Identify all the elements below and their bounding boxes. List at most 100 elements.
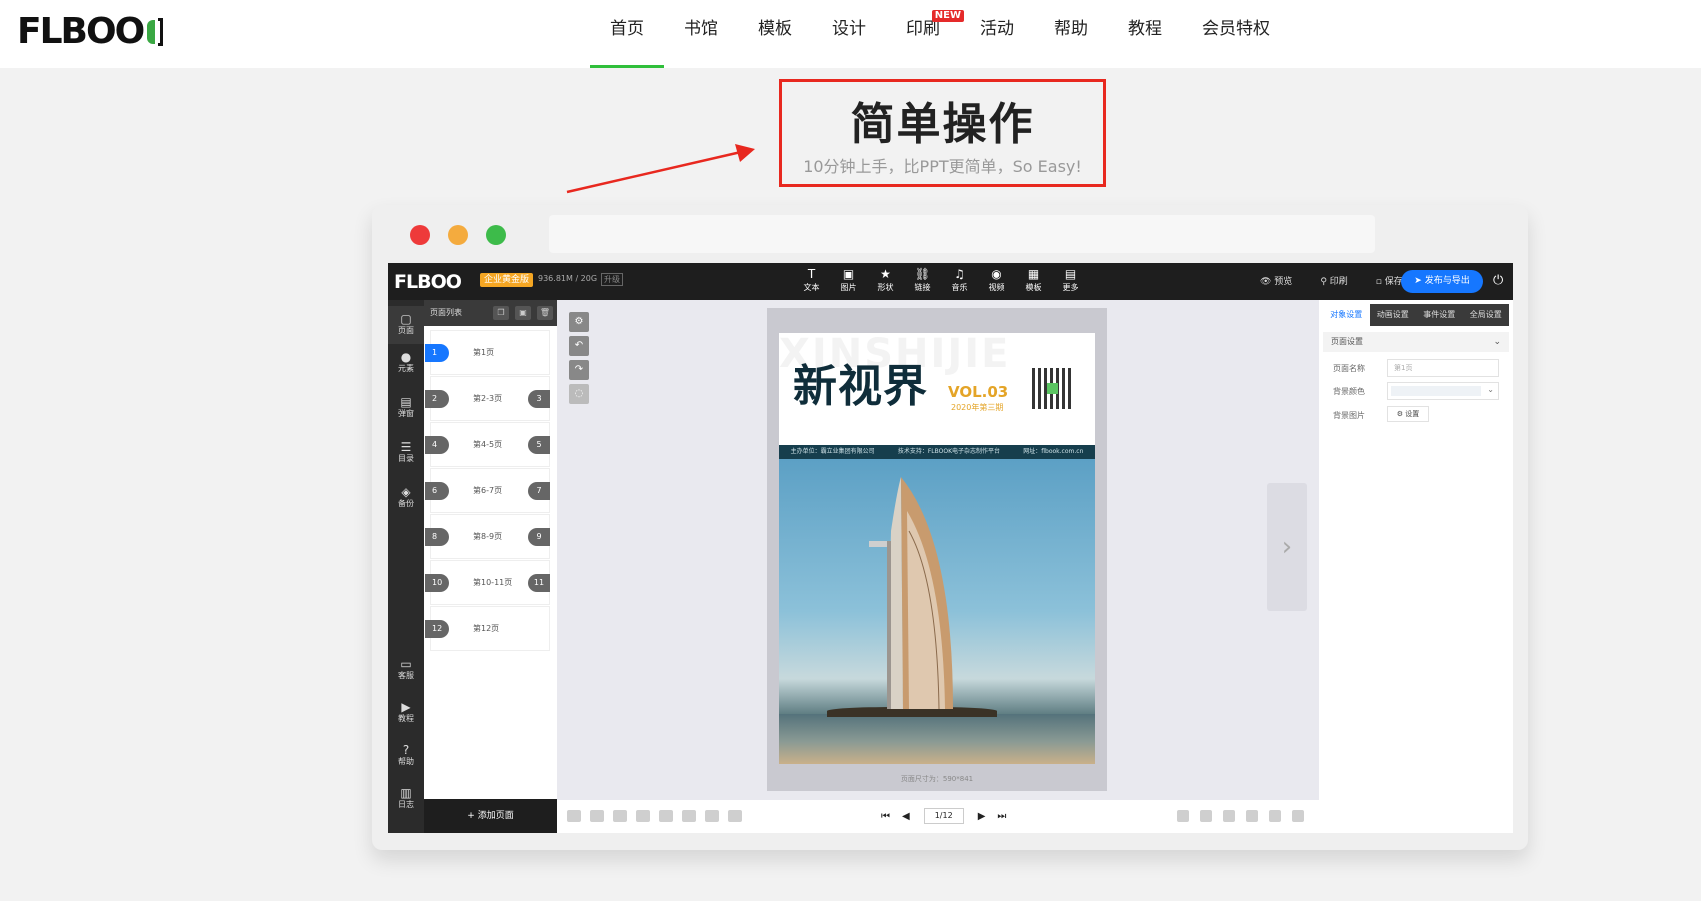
first-page-icon[interactable]: ⏮ [881,811,890,822]
nav-item-design[interactable]: 设计 [812,0,886,68]
settings-icon[interactable]: ⚙ [569,312,589,332]
ruler-icon[interactable] [1177,810,1189,822]
page-pager: ⏮ ◀ 1/12 ▶ ⏭ [875,808,1012,824]
page-thumb[interactable]: 12 第12页 [425,606,550,651]
grid-icon[interactable] [1200,810,1212,822]
align-middle-icon[interactable] [659,810,673,822]
print-button[interactable]: ⚲ 印刷 [1320,274,1361,287]
fit-icon[interactable] [1269,810,1281,822]
lock-icon[interactable]: ◌ [569,384,589,404]
tool-shape[interactable]: ★ 形状 [867,267,904,294]
insert-tools: T 文本 ▣ 图片 ★ 形状 ⛓ 链接 ♫ 音乐 ◉ 视频 ▦ 模板 ▤ 更多 [793,267,1089,294]
nav-item-membership[interactable]: 会员特权 [1182,0,1290,68]
zoom-out-icon[interactable] [1246,810,1258,822]
page-number-input[interactable]: 1/12 [923,808,964,824]
align-left-icon[interactable] [567,810,581,822]
page-name-input[interactable]: 第1页 [1387,359,1499,377]
align-top-icon[interactable] [636,810,650,822]
bg-color-picker[interactable]: ⌄ [1387,382,1499,400]
nav-item-templates[interactable]: 模板 [738,0,812,68]
qr-code-icon[interactable] [1032,368,1073,409]
undo-icon[interactable]: ↶ [569,336,589,356]
publish-button[interactable]: ➤ 发布与导出 [1401,270,1483,293]
tab-animation-settings[interactable]: 动画设置 [1370,304,1417,326]
cover-photo[interactable] [779,459,1095,764]
logo-mark-icon [145,16,167,48]
page-name-label: 页面名称 [1333,364,1365,373]
sidebar-item-log[interactable]: ▥ 日志 [388,786,424,810]
tab-event-settings[interactable]: 事件设置 [1416,304,1463,326]
magazine-title[interactable]: 新视界 [793,361,928,413]
align-right-icon[interactable] [613,810,627,822]
page-thumb[interactable]: 8 第8-9页 9 [425,514,550,559]
tab-global-settings[interactable]: 全局设置 [1463,304,1510,326]
sidebar-item-elements[interactable]: ● 元素 [388,350,424,374]
next-page-button[interactable]: › [1267,483,1307,611]
star-icon: ★ [880,267,891,281]
align-center-icon[interactable] [590,810,604,822]
distribute-v-icon[interactable] [728,810,742,822]
bg-image-settings-button[interactable]: ⚙ 设置 [1387,406,1429,422]
page-thumb[interactable]: 4 第4-5页 5 [425,422,550,467]
log-icon: ▥ [400,786,412,800]
copy-icon[interactable]: ❐ [493,306,509,320]
nav-item-home[interactable]: 首页 [590,0,664,68]
address-bar [549,215,1375,253]
nav-item-library[interactable]: 书馆 [664,0,738,68]
magazine-page[interactable]: XINSHIJIE 新视界 VOL.03 2020年第三期 主办单位：霸立业集团… [779,333,1095,764]
tool-text[interactable]: T 文本 [793,267,830,294]
tool-more[interactable]: ▤ 更多 [1052,267,1089,294]
sidebar-item-help[interactable]: ? 帮助 [388,743,424,767]
tool-link[interactable]: ⛓ 链接 [904,267,941,294]
tool-video[interactable]: ◉ 视频 [978,267,1015,294]
distribute-h-icon[interactable] [705,810,719,822]
zoom-in-icon[interactable] [1223,810,1235,822]
page-thumb[interactable]: 6 第6-7页 7 [425,468,550,513]
video-icon: ◉ [991,267,1002,281]
music-icon: ♫ [954,267,965,281]
tool-template[interactable]: ▦ 模板 [1015,267,1052,294]
nav-item-events[interactable]: 活动 [960,0,1034,68]
page-thumb[interactable]: 2 第2-3页 3 [425,376,550,421]
page-thumb[interactable]: 10 第10-11页 11 [425,560,550,605]
sidebar-item-pages[interactable]: ▢ 页面 [388,306,424,344]
add-page-button[interactable]: + 添加页面 [424,799,557,833]
window-maximize-dot [486,225,506,245]
next-page-icon[interactable]: ▶ [978,811,986,822]
trash-icon[interactable]: 🗑 [537,306,553,320]
page-settings-section[interactable]: 页面设置 ⌄ [1323,332,1509,352]
sidebar-item-tutorial[interactable]: ▶ 教程 [388,700,424,724]
sidebar-item-toc[interactable]: ☰ 目录 [388,440,424,464]
site-logo[interactable]: FLBOO [17,14,167,50]
bg-image-label: 背景图片 [1333,411,1365,420]
tab-object-settings[interactable]: 对象设置 [1323,304,1370,326]
sidebar-item-backup[interactable]: ◈ 备份 [388,485,424,509]
power-icon[interactable]: ⏻ [1493,273,1503,288]
layers-icon: ◈ [401,485,411,499]
hero-highlight-box: 简单操作 10分钟上手，比PPT更简单，So Easy! [779,79,1106,187]
prev-page-icon[interactable]: ◀ [902,811,910,822]
canvas-bottom-bar: ⏮ ◀ 1/12 ▶ ⏭ [557,800,1319,833]
nav-item-tutorials[interactable]: 教程 [1108,0,1182,68]
sidebar-item-support[interactable]: ▭ 客服 [388,657,424,681]
nav-item-help[interactable]: 帮助 [1034,0,1108,68]
align-bottom-icon[interactable] [682,810,696,822]
preview-button[interactable]: 👁 预览 [1260,274,1306,287]
upgrade-button[interactable]: 升级 [601,273,623,286]
duplicate-icon[interactable]: ▣ [515,306,531,320]
help-icon: ? [402,743,410,757]
last-page-icon[interactable]: ⏭ [997,811,1006,822]
redo-icon[interactable]: ↷ [569,360,589,380]
page-size-label: 页面尺寸为：590*841 [900,775,974,783]
sidebar-item-popups[interactable]: ▤ 弹窗 [388,395,424,419]
storage-usage: 936.81M / 20G [538,274,598,283]
magazine-volume[interactable]: VOL.03 [948,383,1008,401]
snap-icon[interactable] [1292,810,1304,822]
tool-image[interactable]: ▣ 图片 [830,267,867,294]
nav-item-print[interactable]: 印刷 NEW [886,0,964,68]
tool-music[interactable]: ♫ 音乐 [941,267,978,294]
page-thumb[interactable]: 1 第1页 [425,330,550,375]
magazine-info-band[interactable]: 主办单位：霸立业集团有限公司 技术支持：FLBOOK电子杂志制作平台 网址：fl… [779,445,1095,459]
magazine-issue[interactable]: 2020年第三期 [951,402,1003,413]
list-icon: ☰ [400,440,412,454]
